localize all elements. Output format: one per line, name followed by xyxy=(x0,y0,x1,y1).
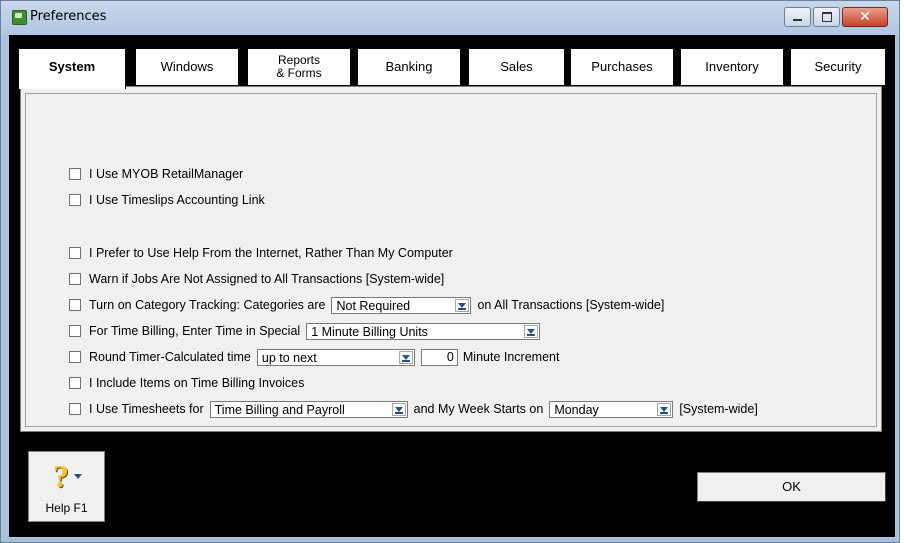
tab-windows[interactable]: Windows xyxy=(135,48,239,85)
tab-purchases[interactable]: Purchases xyxy=(570,48,674,85)
tab-label: Purchases xyxy=(591,59,653,74)
include-items-label: I Include Items on Time Billing Invoices xyxy=(89,376,305,390)
week-start-day-value: Monday xyxy=(554,402,599,417)
billing-units-value: 1 Minute Billing Units xyxy=(311,324,428,339)
category-tracking-value: Not Required xyxy=(336,298,411,313)
timeslips-label: I Use Timeslips Accounting Link xyxy=(89,193,265,207)
retail-manager-label: I Use MYOB RetailManager xyxy=(89,167,244,181)
chevron-down-icon xyxy=(74,474,82,479)
close-icon: ✕ xyxy=(859,9,871,25)
timesheets-checkbox[interactable] xyxy=(69,403,81,415)
warn-jobs-label: Warn if Jobs Are Not Assigned to All Tra… xyxy=(89,272,445,286)
week-start-day-select[interactable]: Monday xyxy=(549,400,674,418)
minute-increment-label: Minute Increment xyxy=(462,350,560,364)
option-timeslips[interactable]: I Use Timeslips Accounting Link xyxy=(69,191,269,209)
chevron-down-icon[interactable] xyxy=(657,402,672,416)
chevron-down-icon[interactable] xyxy=(455,298,470,312)
title-bar[interactable]: Preferences ✕ xyxy=(1,1,899,35)
tab-label: Banking xyxy=(385,59,433,74)
dialog-body: System Windows Reports & Forms Banking Sa… xyxy=(9,35,895,537)
minimize-button[interactable] xyxy=(784,7,811,27)
tab-inventory[interactable]: Inventory xyxy=(680,48,784,85)
option-round-timer[interactable]: Round Timer-Calculated time up to next 0… xyxy=(69,348,563,366)
tab-label: Sales xyxy=(500,59,533,74)
minute-increment-input[interactable]: 0 xyxy=(420,348,458,366)
help-internet-checkbox[interactable] xyxy=(69,247,81,259)
tab-banking[interactable]: Banking xyxy=(357,48,461,85)
week-starts-label: and My Week Starts on xyxy=(413,402,544,416)
tab-security[interactable]: Security xyxy=(790,48,886,85)
chevron-down-icon[interactable] xyxy=(398,350,413,364)
app-icon xyxy=(12,10,27,25)
option-time-billing[interactable]: For Time Billing, Enter Time in Special … xyxy=(69,322,546,340)
tab-label: System xyxy=(48,59,96,74)
tab-label: Inventory xyxy=(705,59,759,74)
chevron-down-icon[interactable] xyxy=(391,402,406,416)
tab-label: Reports xyxy=(277,53,321,67)
question-mark-icon: ? xyxy=(53,458,69,494)
help-button-label: Help F1 xyxy=(45,501,88,515)
preferences-window: Preferences ✕ System Windows Reports & Fo… xyxy=(0,0,900,543)
timesheets-suffix: [System-wide] xyxy=(679,402,758,416)
window-title: Preferences xyxy=(30,9,107,24)
category-tracking-select[interactable]: Not Required xyxy=(331,296,472,314)
timesheets-label: I Use Timesheets for xyxy=(89,402,204,416)
option-category-tracking[interactable]: Turn on Category Tracking: Categories ar… xyxy=(69,296,668,314)
category-tracking-checkbox[interactable] xyxy=(69,299,81,311)
round-timer-checkbox[interactable] xyxy=(69,351,81,363)
retail-manager-checkbox[interactable] xyxy=(69,168,81,180)
help-internet-label: I Prefer to Use Help From the Internet, … xyxy=(89,246,453,260)
maximize-button[interactable] xyxy=(813,7,840,27)
help-button[interactable]: ? Help F1 xyxy=(28,451,105,522)
option-timesheets[interactable]: I Use Timesheets for Time Billing and Pa… xyxy=(69,400,762,418)
tab-sales[interactable]: Sales xyxy=(468,48,565,85)
category-tracking-label: Turn on Category Tracking: Categories ar… xyxy=(89,298,326,312)
include-items-checkbox[interactable] xyxy=(69,377,81,389)
timesheets-select[interactable]: Time Billing and Payroll xyxy=(209,400,408,418)
timeslips-checkbox[interactable] xyxy=(69,194,81,206)
billing-units-select[interactable]: 1 Minute Billing Units xyxy=(306,322,541,340)
round-timer-value: up to next xyxy=(261,350,317,365)
option-help-internet[interactable]: I Prefer to Use Help From the Internet, … xyxy=(69,244,457,262)
tab-label-line2: & Forms xyxy=(276,66,322,80)
tab-label: Windows xyxy=(160,59,214,74)
tab-reports-forms[interactable]: Reports & Forms xyxy=(247,48,351,85)
close-button[interactable]: ✕ xyxy=(842,7,888,27)
warn-jobs-checkbox[interactable] xyxy=(69,273,81,285)
category-tracking-suffix: on All Transactions [System-wide] xyxy=(477,298,665,312)
round-timer-label: Round Timer-Calculated time xyxy=(89,350,251,364)
timesheets-value: Time Billing and Payroll xyxy=(214,402,345,417)
time-billing-checkbox[interactable] xyxy=(69,325,81,337)
time-billing-label: For Time Billing, Enter Time in Special xyxy=(89,324,301,338)
tab-system[interactable]: System xyxy=(18,48,126,89)
option-warn-jobs[interactable]: Warn if Jobs Are Not Assigned to All Tra… xyxy=(69,270,448,288)
option-retail-manager[interactable]: I Use MYOB RetailManager xyxy=(69,165,247,183)
ok-button[interactable]: OK xyxy=(697,472,886,502)
round-timer-select[interactable]: up to next xyxy=(256,348,415,366)
chevron-down-icon[interactable] xyxy=(524,324,539,338)
option-include-items[interactable]: I Include Items on Time Billing Invoices xyxy=(69,374,308,392)
tab-label: Security xyxy=(814,59,862,74)
